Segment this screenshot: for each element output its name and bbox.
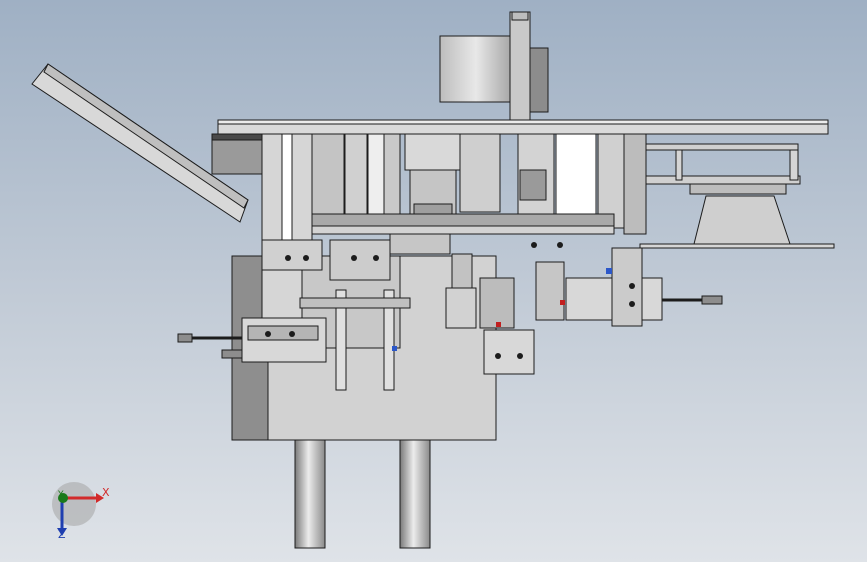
servo-motor bbox=[439, 35, 513, 103]
support-leg-left bbox=[294, 439, 326, 549]
discharge-chute bbox=[693, 195, 791, 245]
support-leg-right bbox=[399, 439, 431, 549]
motor-flange bbox=[509, 11, 531, 121]
middle-cylinder bbox=[445, 287, 477, 329]
rotary-table bbox=[311, 213, 615, 227]
right-frame bbox=[645, 143, 799, 151]
y-axis-label: Y bbox=[58, 490, 64, 500]
cad-assembly-drawing bbox=[31, 11, 835, 549]
z-axis-label: Z bbox=[58, 528, 66, 541]
central-spindle bbox=[404, 133, 461, 171]
x-axis-label: X bbox=[102, 486, 110, 499]
motor-mount bbox=[529, 47, 549, 113]
